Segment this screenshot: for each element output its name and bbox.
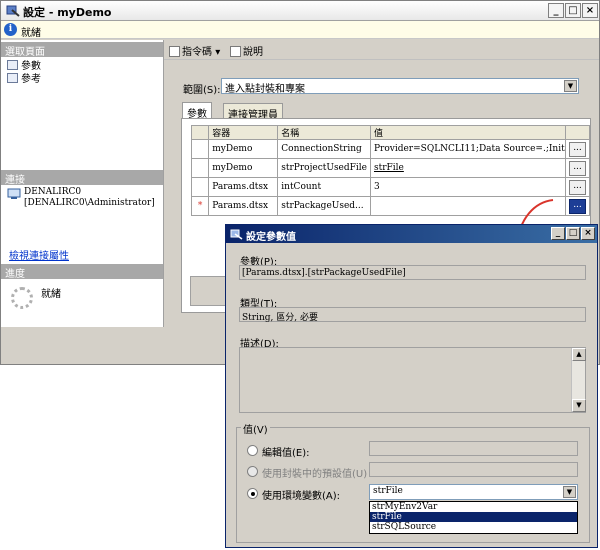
edit-value-button[interactable]: ...: [568, 160, 586, 176]
edit-value-button[interactable]: ...: [568, 141, 586, 157]
description-field[interactable]: ▲ ▼: [239, 347, 586, 413]
page-item-label: 參考: [21, 74, 41, 85]
dialog-app-icon: [230, 229, 243, 240]
use-default-label: 使用封裝中的預設值(U): [262, 469, 368, 480]
help-icon: [230, 46, 241, 57]
server-icon: [7, 188, 21, 199]
cell-container[interactable]: Params.dtsx: [208, 177, 279, 197]
minimize-button[interactable]: _: [548, 3, 564, 18]
scope-label: 範圍(S):: [183, 85, 221, 96]
progress-spinner-icon: [11, 287, 33, 309]
chevron-down-icon[interactable]: ▼: [564, 80, 577, 92]
set-parameter-value-dialog: 設定參數值 _ □ × 參數(P): [Params.dtsx].[strPac…: [225, 224, 598, 548]
grid-header-row: 容器 名稱 值: [190, 125, 591, 140]
list-item[interactable]: strFile: [370, 512, 577, 522]
cell-container[interactable]: myDemo: [208, 158, 279, 178]
grid-header-marker: [190, 125, 210, 140]
edit-value-button[interactable]: ...: [568, 179, 586, 195]
dialog-maximize-button[interactable]: □: [566, 227, 580, 240]
page-item-parameters[interactable]: 參數: [7, 57, 41, 72]
environment-variable-list[interactable]: strMyEnv2Var strFile strSQLSource: [369, 501, 578, 534]
window-title: 設定 - myDemo: [23, 6, 112, 19]
environment-variable-dropdown[interactable]: strFile ▼: [369, 484, 578, 500]
status-text: 就緒: [21, 28, 41, 39]
edit-value-radio[interactable]: [247, 445, 258, 456]
cell-name[interactable]: strProjectUsedFile: [277, 158, 371, 178]
cell-value[interactable]: Provider=SQLNCLI11;Data Source=.;Initial…: [369, 139, 566, 159]
table-row[interactable]: Params.dtsx intCount 3 ...: [190, 177, 591, 197]
script-button[interactable]: 指令碼 ▾: [169, 43, 220, 58]
cell-value[interactable]: strFile: [369, 158, 566, 178]
grid-header-value: 值: [369, 125, 566, 140]
environment-variable-value: strFile: [373, 486, 403, 496]
connection-header: 連接: [1, 170, 163, 186]
progress-header: 進度: [1, 264, 163, 280]
help-label: 說明: [243, 47, 263, 58]
description-scrollbar[interactable]: ▲ ▼: [571, 348, 586, 412]
toolbar: 指令碼 ▾ 說明: [164, 40, 599, 60]
cell-container[interactable]: myDemo: [208, 139, 279, 159]
status-bar: i 就緒: [1, 21, 599, 39]
app-icon: [6, 5, 20, 17]
dialog-title: 設定參數值: [246, 232, 296, 243]
cell-name[interactable]: strPackageUsed...: [277, 196, 371, 216]
grid-header-container: 容器: [208, 125, 279, 140]
grid-header-button: [564, 125, 591, 140]
edit-value-button[interactable]: ...: [568, 198, 586, 214]
help-button[interactable]: 說明: [230, 43, 263, 58]
row-marker: [190, 177, 210, 197]
script-icon: [169, 46, 180, 57]
dialog-close-button[interactable]: ×: [581, 227, 595, 240]
grid-header-name: 名稱: [277, 125, 371, 140]
info-icon: i: [4, 23, 17, 36]
cell-name[interactable]: ConnectionString: [277, 139, 371, 159]
progress-status: 就緒: [41, 289, 61, 300]
row-marker: [190, 158, 210, 178]
left-pane: 選取頁面 參數 參考 連接 DENALIRC0 [DENALIRC0\Admin…: [1, 40, 164, 327]
edit-value-input: [369, 441, 578, 456]
edit-value-label: 編輯值(E):: [262, 448, 310, 459]
list-item[interactable]: strSQLSource: [370, 522, 577, 532]
user-name: [DENALIRC0\Administrator]: [24, 198, 155, 208]
parameter-field: [Params.dtsx].[strPackageUsedFile]: [239, 265, 586, 280]
scope-dropdown[interactable]: 進入點封裝和專案 ▼: [221, 78, 579, 95]
scroll-up-icon[interactable]: ▲: [572, 348, 586, 361]
value-group-label: 值(V): [241, 421, 270, 436]
dialog-minimize-button[interactable]: _: [551, 227, 565, 240]
cell-container[interactable]: Params.dtsx: [208, 196, 279, 216]
view-connection-properties-link[interactable]: 檢視連接屬性: [9, 247, 69, 262]
page-item-references[interactable]: 參考: [7, 70, 41, 85]
table-row[interactable]: myDemo strProjectUsedFile strFile ...: [190, 158, 591, 178]
list-item[interactable]: strMyEnv2Var: [370, 502, 577, 512]
dialog-titlebar[interactable]: 設定參數值 _ □ ×: [226, 225, 597, 243]
use-environment-variable-label: 使用環境變數(A):: [262, 491, 341, 502]
chevron-down-icon[interactable]: ▼: [563, 486, 576, 498]
window-titlebar[interactable]: 設定 - myDemo _ □ ×: [1, 1, 599, 21]
scroll-down-icon[interactable]: ▼: [572, 399, 586, 412]
type-field: String, 區分, 必要: [239, 307, 586, 323]
maximize-button[interactable]: □: [565, 3, 581, 18]
use-default-radio: [247, 466, 258, 477]
table-row[interactable]: myDemo ConnectionString Provider=SQLNCLI…: [190, 139, 591, 159]
default-value-field: [369, 462, 578, 477]
server-name: DENALIRC0: [24, 187, 82, 197]
cell-name[interactable]: intCount: [277, 177, 371, 197]
script-label: 指令碼: [182, 47, 212, 58]
row-marker: *: [190, 196, 210, 216]
chevron-down-icon: ▾: [215, 47, 221, 58]
row-marker: [190, 139, 210, 159]
page-icon: [7, 60, 18, 70]
use-environment-variable-radio[interactable]: [247, 488, 258, 499]
bottom-button-stub[interactable]: [190, 276, 230, 306]
close-button[interactable]: ×: [582, 3, 598, 18]
scope-value: 進入點封裝和專案: [225, 84, 305, 95]
cell-value[interactable]: 3: [369, 177, 566, 197]
page-icon: [7, 73, 18, 83]
select-page-header: 選取頁面: [1, 42, 163, 58]
